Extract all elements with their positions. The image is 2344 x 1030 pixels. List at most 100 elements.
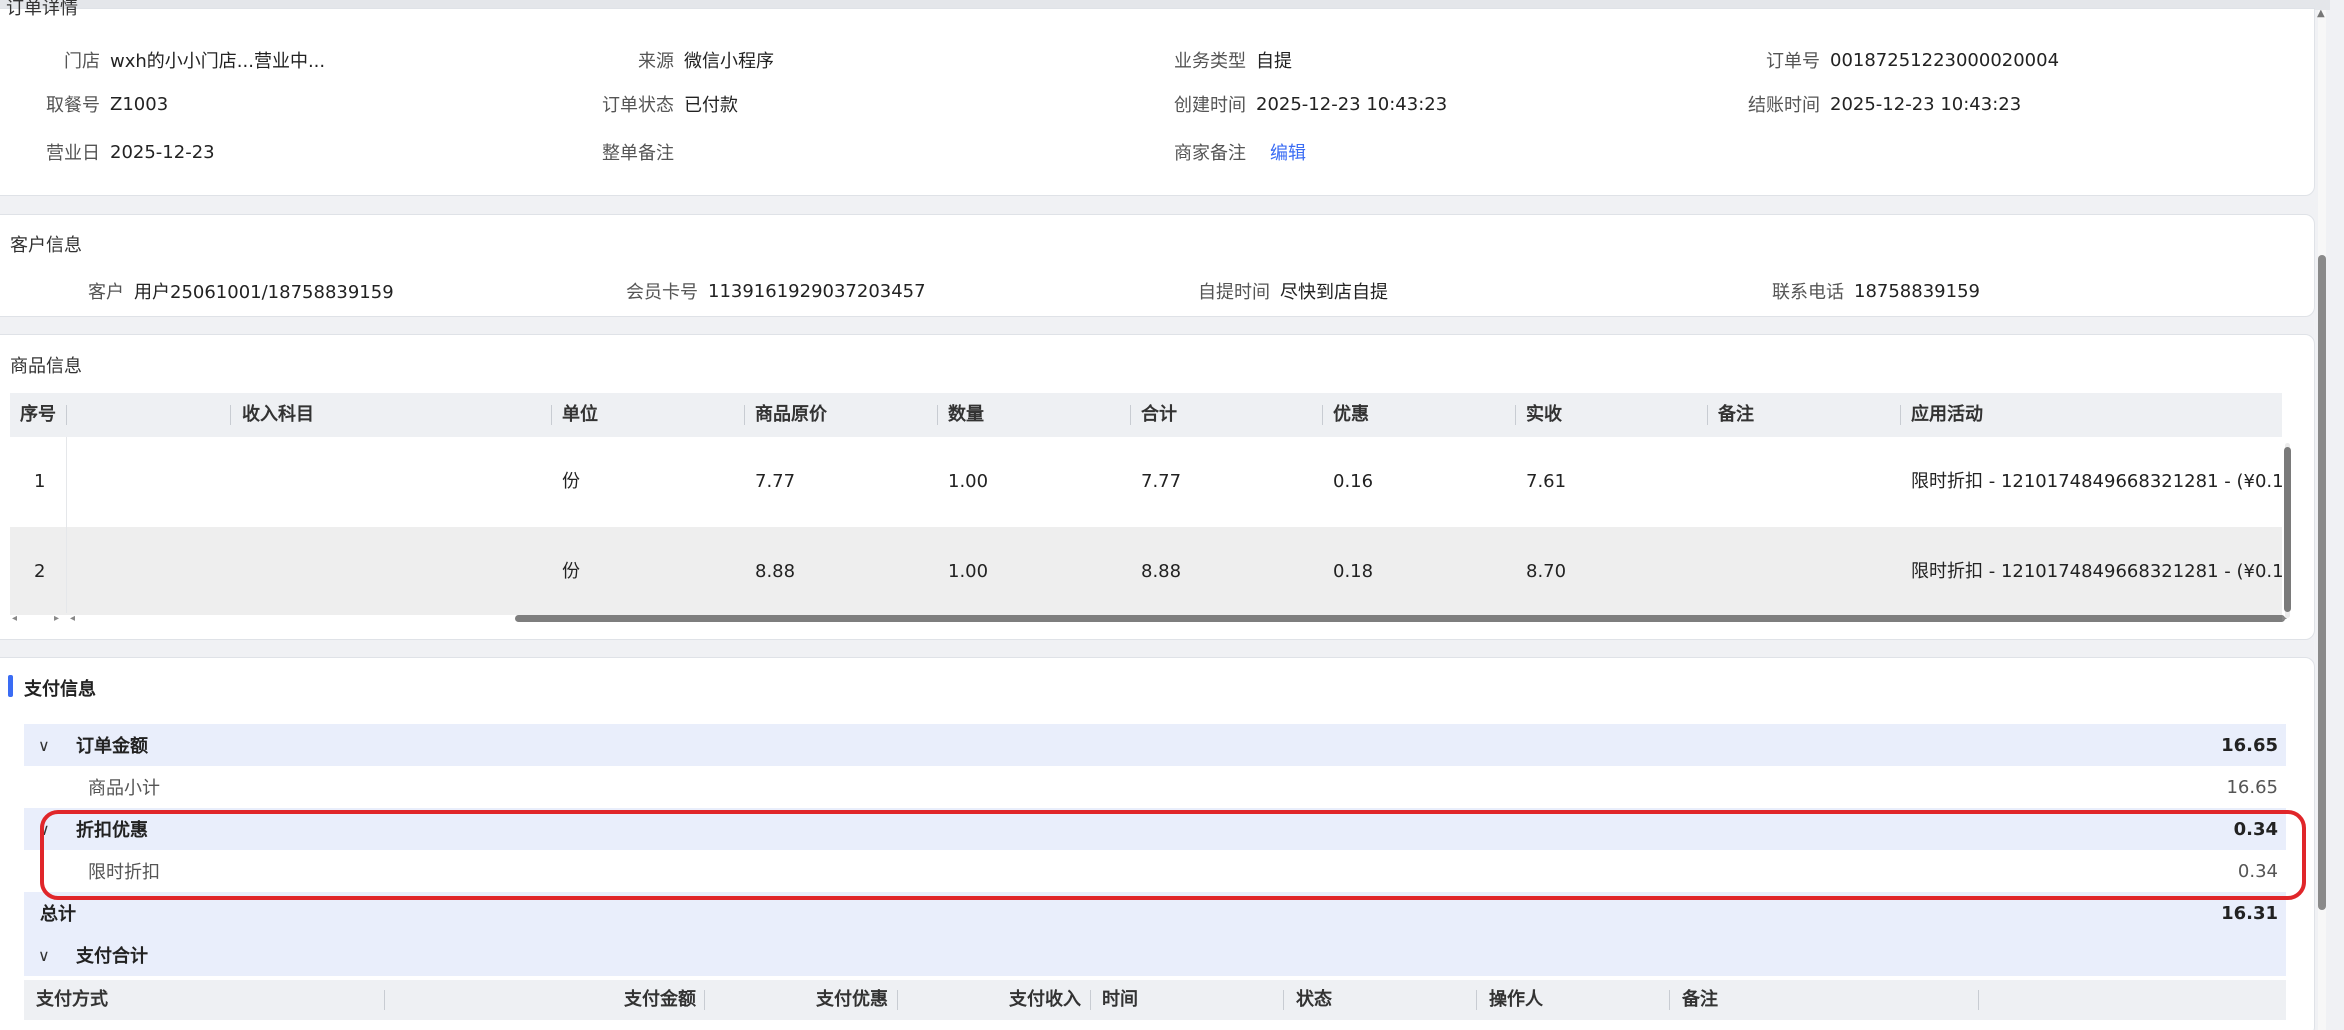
- payment-info-title: 支付信息: [24, 679, 96, 700]
- cell-no: 2: [34, 561, 46, 582]
- col-no[interactable]: 序号: [20, 393, 56, 437]
- total-label: 总计: [40, 904, 76, 925]
- table-row[interactable]: 1 份 7.77 1.00 7.77 0.16 7.61 限时折扣 - 1210…: [10, 437, 2282, 527]
- checkout-label: 结账时间: [1748, 95, 1820, 116]
- customer-field: 客户 用户25061001/18758839159: [50, 278, 394, 304]
- highlight-annotation: [40, 810, 2306, 900]
- col-discount[interactable]: 优惠: [1333, 393, 1369, 437]
- checkout-value: 2025-12-23 10:43:23: [1830, 93, 2022, 115]
- cell-paid: 7.61: [1526, 471, 1567, 492]
- col-divider[interactable]: [1476, 990, 1477, 1010]
- cell-no: 1: [34, 471, 46, 492]
- cell-unit: 份: [562, 471, 580, 492]
- table-vscroll-thumb[interactable]: [2284, 447, 2291, 612]
- scroll-left-arrow-icon[interactable]: ◂: [70, 612, 75, 626]
- biz-date-value: 2025-12-23: [110, 141, 215, 163]
- col-divider[interactable]: [1707, 405, 1708, 425]
- order-no-label: 订单号: [1766, 51, 1820, 72]
- order-no-value: 00187251223000020004: [1830, 49, 2060, 71]
- merchant-remark-label: 商家备注: [1174, 143, 1246, 164]
- chevron-down-icon[interactable]: ∨: [38, 736, 50, 755]
- col-paid[interactable]: 实收: [1526, 393, 1562, 437]
- edit-remark-link[interactable]: 编辑: [1270, 139, 1306, 165]
- col-divider[interactable]: [1130, 405, 1131, 425]
- col-divider[interactable]: [1978, 990, 1979, 1010]
- col-divider[interactable]: [1515, 405, 1516, 425]
- col-operator[interactable]: 操作人: [1489, 980, 1543, 1020]
- col-divider[interactable]: [1900, 405, 1901, 425]
- source-label: 来源: [638, 51, 674, 72]
- scroll-right-arrow-icon[interactable]: ▸: [2282, 612, 2287, 626]
- col-divider[interactable]: [1322, 405, 1323, 425]
- order-details-title: 订单详情: [6, 0, 78, 19]
- biz-type-field: 业务类型 自提: [1172, 47, 1292, 73]
- customer-info-title: 客户信息: [10, 235, 82, 256]
- col-price[interactable]: 商品原价: [755, 393, 827, 437]
- created-value: 2025-12-23 10:43:23: [1256, 93, 1448, 115]
- col-pay-amount[interactable]: 支付金额: [624, 980, 696, 1020]
- cell-price: 8.88: [755, 561, 796, 582]
- phone-field: 联系电话 18758839159: [1770, 278, 1980, 304]
- col-subject[interactable]: 收入科目: [242, 393, 314, 437]
- subtotal-value: 16.65: [2226, 776, 2278, 798]
- col-divider[interactable]: [66, 405, 67, 425]
- col-pay-status[interactable]: 状态: [1296, 980, 1332, 1020]
- col-divider[interactable]: [704, 990, 705, 1010]
- remark-field: 整单备注: [600, 139, 684, 165]
- table-hscroll-thumb[interactable]: [515, 615, 2285, 622]
- col-divider[interactable]: [1669, 990, 1670, 1010]
- col-qty[interactable]: 数量: [948, 393, 984, 437]
- col-unit[interactable]: 单位: [562, 393, 598, 437]
- source-field: 来源 微信小程序: [600, 47, 774, 73]
- table-vertical-scrollbar[interactable]: [2282, 443, 2292, 618]
- scroll-left-arrow-icon[interactable]: ◂: [12, 612, 17, 626]
- pickup-time-value: 尽快到店自提: [1280, 282, 1388, 303]
- biz-date-field: 营业日 2025-12-23: [30, 139, 215, 165]
- col-pay-discount[interactable]: 支付优惠: [816, 980, 888, 1020]
- total-value: 16.31: [2221, 902, 2278, 924]
- phone-label: 联系电话: [1772, 282, 1844, 303]
- cell-qty: 1.00: [948, 471, 989, 492]
- col-pay-time[interactable]: 时间: [1102, 980, 1138, 1020]
- col-divider[interactable]: [1090, 990, 1091, 1010]
- col-pay-method[interactable]: 支付方式: [36, 980, 108, 1020]
- biz-date-label: 营业日: [46, 143, 100, 164]
- page-scrollbar-thumb[interactable]: [2318, 255, 2326, 910]
- scroll-right-arrow-icon[interactable]: ▸: [54, 612, 59, 626]
- table-horizontal-scrollbar[interactable]: ◂ ▸ ◂ ▸: [10, 612, 2292, 626]
- fixed-column-divider: [66, 437, 67, 613]
- product-table-header: 序号 收入科目 单位 商品原价 数量 合计 优惠 实收 备注 应用活动: [10, 393, 2282, 437]
- cell-unit: 份: [562, 561, 580, 582]
- col-divider[interactable]: [1283, 990, 1284, 1010]
- store-field: 门店 wxh的小小门店...营业中...: [30, 47, 325, 73]
- cell-price: 7.77: [755, 471, 796, 492]
- pickup-no-field: 取餐号 Z1003: [30, 91, 168, 117]
- cell-total: 7.77: [1141, 471, 1182, 492]
- pay-total-row[interactable]: ∨ 支付合计: [24, 934, 2286, 976]
- status-label: 订单状态: [602, 95, 674, 116]
- col-divider[interactable]: [230, 405, 231, 425]
- col-activity[interactable]: 应用活动: [1911, 393, 1983, 437]
- order-amount-value: 16.65: [2221, 734, 2278, 756]
- cell-total: 8.88: [1141, 561, 1182, 582]
- table-row[interactable]: 2 份 8.88 1.00 8.88 0.18 8.70 限时折扣 - 1210…: [10, 527, 2282, 615]
- subtotal-row: 商品小计 16.65: [24, 766, 2286, 808]
- col-total[interactable]: 合计: [1141, 393, 1177, 437]
- col-divider[interactable]: [384, 990, 385, 1010]
- cell-activity: 限时折扣 - 1210174849668321281 - (¥0.18): [1911, 561, 2282, 582]
- col-note[interactable]: 备注: [1718, 393, 1754, 437]
- col-divider[interactable]: [744, 405, 745, 425]
- merchant-remark-field: 商家备注 编辑: [1172, 139, 1306, 165]
- chevron-down-icon[interactable]: ∨: [38, 946, 50, 965]
- cell-discount: 0.18: [1333, 561, 1374, 582]
- col-divider[interactable]: [897, 990, 898, 1010]
- pay-total-label: 支付合计: [76, 946, 148, 967]
- product-info-title: 商品信息: [10, 356, 82, 377]
- col-pay-income[interactable]: 支付收入: [1009, 980, 1081, 1020]
- customer-label: 客户: [88, 282, 124, 303]
- order-amount-row[interactable]: ∨ 订单金额 16.65: [24, 724, 2286, 766]
- col-divider[interactable]: [551, 405, 552, 425]
- card-no-field: 会员卡号 1139161929037203457: [624, 278, 926, 304]
- col-divider[interactable]: [937, 405, 938, 425]
- col-pay-note[interactable]: 备注: [1682, 980, 1718, 1020]
